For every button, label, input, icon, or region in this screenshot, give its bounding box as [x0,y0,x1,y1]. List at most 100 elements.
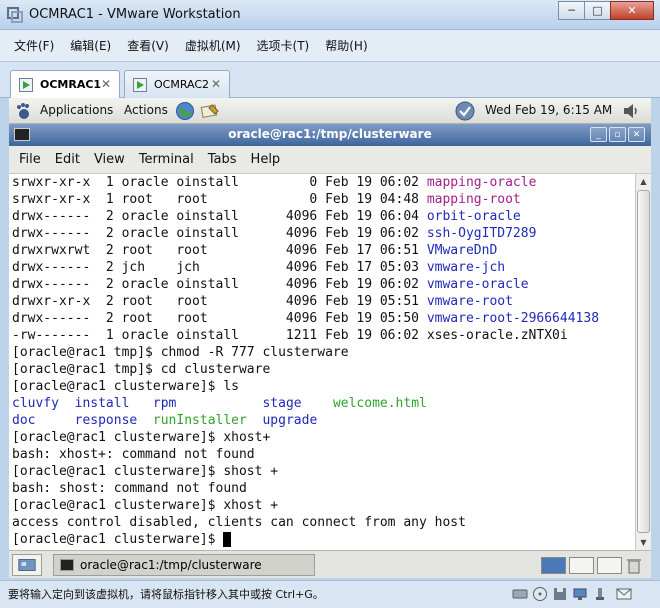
terminal-close-button[interactable]: ✕ [628,127,645,142]
terminal-text-segment: welcome.html [332,396,427,411]
terminal-text-segment: [oracle@rac1 tmp]$ chmod -R 777 clusterw… [12,345,349,360]
terminal-text-segment: response [74,413,138,428]
menu-help[interactable]: 帮助(H) [325,37,367,54]
terminal-text-segment: [oracle@rac1 clusterware]$ xhost+ [12,430,271,445]
harddisk-icon[interactable] [512,586,528,602]
scroll-down-arrow-icon[interactable]: ▼ [636,535,651,550]
terminal-text-segment: [oracle@rac1 clusterware]$ shost + [12,464,279,479]
terminal-minimize-button[interactable]: _ [590,127,607,142]
terminal-text-segment: drwx------ 2 jch jch 4096 Feb 17 05:03 [12,260,427,275]
status-hint-text: 要将输入定向到该虚拟机，请将鼠标指针移入其中或按 Ctrl+G。 [8,588,324,601]
terminal-line: [oracle@rac1 clusterware]$ xhost + [9,497,635,514]
terminal-menu-terminal[interactable]: Terminal [139,152,194,167]
terminal-cursor [223,532,232,547]
terminal-text-segment: [oracle@rac1 clusterware]$ [12,532,224,547]
update-check-icon[interactable] [455,101,475,121]
gnome-foot-icon [17,103,29,119]
tab-close-icon[interactable]: ✕ [211,77,221,91]
terminal-text-segment: drwxr-xr-x 2 root root 4096 Feb 19 05:51 [12,294,427,309]
terminal-line: drwx------ 2 root root 4096 Feb 19 05:50… [9,310,635,327]
terminal-title: oracle@rac1:/tmp/clusterware [228,127,432,141]
cdrom-icon[interactable] [532,586,548,602]
terminal-line: drwx------ 2 oracle oinstall 4096 Feb 19… [9,208,635,225]
workspace-2[interactable] [569,557,594,574]
floppy-icon[interactable] [552,586,568,602]
terminal-text-segment: stage [262,396,302,411]
terminal-menu-edit[interactable]: Edit [55,152,80,167]
taskbar-terminal-task[interactable]: oracle@rac1:/tmp/clusterware [53,554,315,576]
web-browser-icon[interactable] [175,101,195,121]
terminal-line: drwx------ 2 oracle oinstall 4096 Feb 19… [9,276,635,293]
menu-vm[interactable]: 虚拟机(M) [185,37,241,54]
terminal-line: [oracle@rac1 clusterware]$ ls [9,378,635,395]
terminal-line: access control disabled, clients can con… [9,514,635,531]
terminal-text-segment: -rw------- 1 oracle oinstall 1211 Feb 19… [12,328,568,343]
terminal-line: bash: xhost+: command not found [9,446,635,463]
terminal-window-controls: _ ▫ ✕ [590,127,645,142]
scroll-up-arrow-icon[interactable]: ▲ [636,174,651,189]
trash-icon[interactable] [621,557,647,574]
vm-running-icon [19,77,33,92]
usb-icon[interactable] [592,586,608,602]
terminal-scrollbar[interactable]: ▲ ▼ [635,174,651,550]
terminal-output[interactable]: srwxr-xr-x 1 oracle oinstall 0 Feb 19 06… [9,174,635,550]
terminal-line: srwxr-xr-x 1 root root 0 Feb 19 04:48 ma… [9,191,635,208]
message-icon[interactable] [616,586,632,602]
terminal-text-segment: upgrade [262,413,318,428]
volume-icon[interactable] [621,101,641,121]
actions-menu[interactable]: Actions [124,103,168,117]
menu-file[interactable]: 文件(F) [14,37,54,54]
terminal-line: [oracle@rac1 clusterware]$ xhost+ [9,429,635,446]
terminal-task-icon [60,559,74,571]
terminal-text-segment: runInstaller [152,413,247,428]
workspace-3[interactable] [597,557,622,574]
scrollbar-thumb[interactable] [637,190,650,533]
applications-menu[interactable]: Applications [40,103,113,117]
terminal-line: [oracle@rac1 tmp]$ chmod -R 777 clusterw… [9,344,635,361]
terminal-line: drwxr-xr-x 2 root root 4096 Feb 19 05:51… [9,293,635,310]
terminal-line: [oracle@rac1 clusterware]$ [9,531,635,548]
terminal-text-segment: rpm [152,396,177,411]
menu-view[interactable]: 查看(V) [127,37,169,54]
terminal-menu-file[interactable]: File [19,152,41,167]
terminal-line: [oracle@rac1 clusterware]$ shost + [9,463,635,480]
terminal-line: cluvfy install rpm stage welcome.html [9,395,635,412]
close-button[interactable]: ✕ [610,1,654,20]
vmware-app-icon [7,7,23,23]
terminal-text-segment: mapping-oracle [426,175,537,190]
terminal-maximize-button[interactable]: ▫ [609,127,626,142]
terminal-text-segment: srwxr-xr-x 1 root root 0 Feb 19 04:48 [12,192,427,207]
menu-edit[interactable]: 编辑(E) [70,37,111,54]
menu-tabs[interactable]: 选项卡(T) [257,37,310,54]
terminal-text-segment: install [74,396,130,411]
minimize-button[interactable]: ─ [558,1,585,20]
terminal-menu-view[interactable]: View [94,152,125,167]
tab-close-icon[interactable]: ✕ [101,77,111,91]
terminal-menu-help[interactable]: Help [251,152,281,167]
terminal-text-segment: [oracle@rac1 clusterware]$ ls [12,379,239,394]
terminal-line: drwxrwxrwt 2 root root 4096 Feb 17 06:51… [9,242,635,259]
tab-ocmrac1[interactable]: OCMRAC1 ✕ [10,70,120,98]
show-desktop-icon[interactable] [12,554,42,576]
terminal-line: drwx------ 2 oracle oinstall 4096 Feb 19… [9,225,635,242]
email-client-icon[interactable] [200,101,220,121]
terminal-text-segment: doc [12,413,36,428]
workspace-1[interactable] [541,557,566,574]
terminal-line: drwx------ 2 jch jch 4096 Feb 17 05:03 v… [9,259,635,276]
terminal-text-segment: bash: shost: command not found [12,481,247,496]
maximize-button[interactable]: □ [584,1,611,20]
terminal-text-segment: vmware-root-2966644138 [426,311,600,326]
terminal-text-segment: bash: xhost+: command not found [12,447,255,462]
network-icon[interactable] [572,586,588,602]
panel-clock[interactable]: Wed Feb 19, 6:15 AM [485,103,612,117]
tab-ocmrac2[interactable]: OCMRAC2 ✕ [124,70,230,98]
terminal-text-segment: drwx------ 2 oracle oinstall 4096 Feb 19… [12,209,427,224]
vm-tab-bar: OCMRAC1 ✕ OCMRAC2 ✕ [0,62,660,98]
terminal-text-segment: vmware-jch [426,260,506,275]
terminal-menu-tabs[interactable]: Tabs [208,152,237,167]
